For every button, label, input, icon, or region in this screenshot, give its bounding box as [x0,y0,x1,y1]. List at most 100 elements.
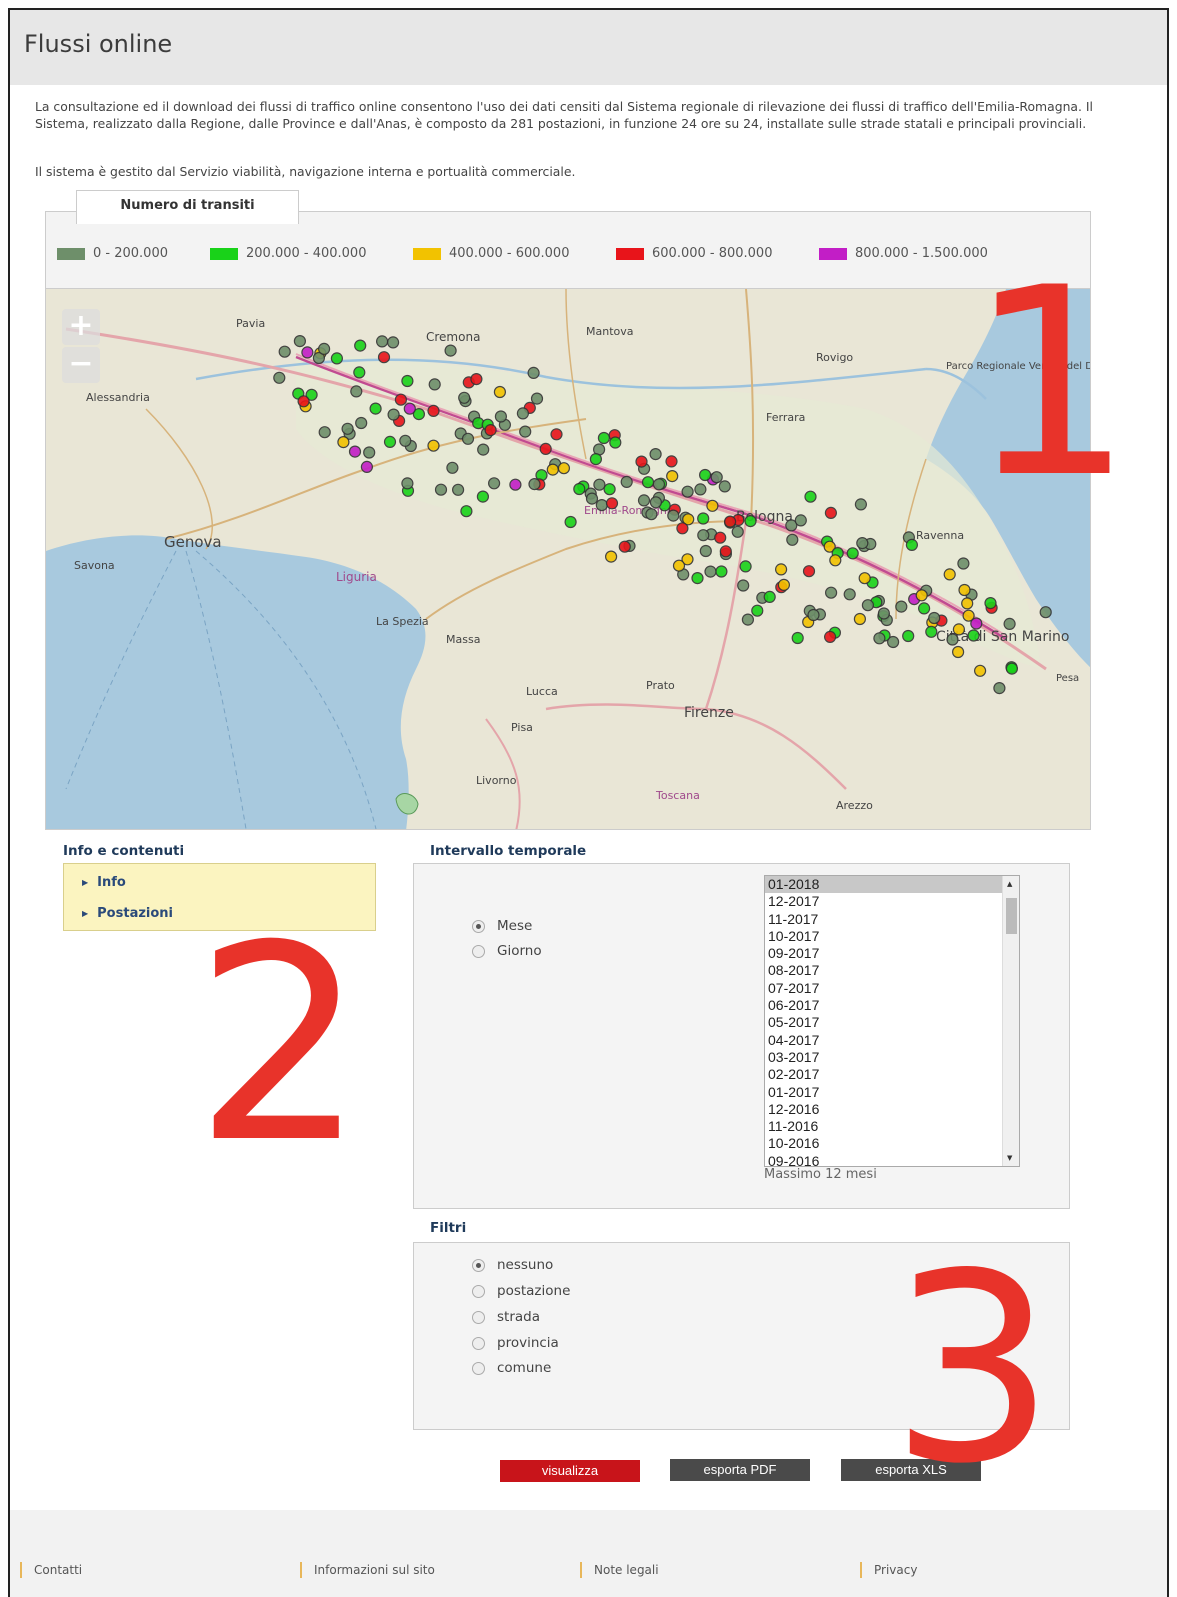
station-marker[interactable] [905,538,919,551]
station-marker[interactable] [731,525,744,538]
station-marker[interactable] [446,461,459,474]
station-marker[interactable] [861,599,875,612]
station-marker[interactable] [698,468,712,482]
station-marker[interactable] [428,378,441,391]
station-marker[interactable] [434,483,448,496]
station-marker[interactable] [873,632,886,645]
station-marker[interactable] [697,529,710,542]
month-listbox[interactable]: 01-2018 12-2017 11-2017 10-2017 09-2017 … [764,875,1020,1167]
station-marker[interactable] [794,514,807,527]
station-marker[interactable] [394,393,407,406]
zoom-out-button[interactable]: − [62,347,100,383]
station-marker[interactable] [444,344,457,357]
station-marker[interactable] [895,600,908,613]
month-option[interactable]: 11-2017 [765,911,1019,928]
station-marker[interactable] [993,682,1006,695]
scrollbar-thumb[interactable] [1006,898,1017,934]
station-marker[interactable] [573,482,586,496]
month-option[interactable]: 12-2017 [765,893,1019,910]
station-marker[interactable] [952,623,966,636]
month-option[interactable]: 02-2017 [765,1066,1019,1083]
station-marker[interactable] [530,392,544,405]
station-marker[interactable] [550,428,563,441]
station-marker[interactable] [858,572,871,585]
station-marker[interactable] [620,475,633,488]
station-marker[interactable] [694,483,707,496]
tab-numero-transiti[interactable]: Numero di transiti [76,190,299,224]
station-marker[interactable] [777,578,791,591]
station-marker[interactable] [853,612,867,626]
station-marker[interactable] [618,540,631,553]
station-marker[interactable] [962,609,975,622]
station-marker[interactable] [376,335,389,348]
station-marker[interactable] [829,554,842,567]
station-marker[interactable] [401,477,414,490]
station-marker[interactable] [399,434,412,447]
station-marker[interactable] [452,483,465,496]
station-marker[interactable] [645,508,658,521]
station-marker[interactable] [488,477,501,490]
postazioni-link[interactable]: ▶ Postazioni [82,906,173,921]
station-marker[interactable] [330,352,343,365]
station-marker[interactable] [341,422,354,435]
station-marker[interactable] [804,490,817,503]
station-marker[interactable] [387,336,400,349]
station-marker[interactable] [297,395,310,408]
station-marker[interactable] [273,371,286,384]
station-marker[interactable] [278,345,291,358]
station-marker[interactable] [791,631,804,645]
station-marker[interactable] [355,416,368,430]
station-marker[interactable] [484,424,497,437]
station-marker[interactable] [337,436,350,449]
station-marker[interactable] [494,410,507,423]
visualizza-button[interactable]: visualizza [500,1460,640,1482]
station-marker[interactable] [946,633,959,646]
footer-link-privacy[interactable]: Privacy [860,1562,917,1578]
month-option[interactable]: 04-2017 [765,1032,1019,1049]
radio-giorno[interactable]: Giorno [472,943,542,959]
station-marker[interactable] [802,565,816,578]
station-marker[interactable] [427,439,440,452]
station-marker[interactable] [666,470,679,483]
station-marker[interactable] [604,550,618,563]
month-option[interactable]: 09-2017 [765,945,1019,962]
station-marker[interactable] [672,559,686,572]
station-marker[interactable] [719,545,732,558]
footer-link-contatti[interactable]: Contatti [20,1562,82,1578]
station-marker[interactable] [603,483,616,496]
station-marker[interactable] [470,372,483,386]
station-marker[interactable] [605,497,619,510]
station-marker[interactable] [967,629,980,642]
station-marker[interactable] [925,625,938,638]
month-option[interactable]: 01-2017 [765,1084,1019,1101]
station-marker[interactable] [649,448,662,461]
station-marker[interactable] [699,544,712,558]
station-marker[interactable] [318,426,331,439]
station-marker[interactable] [649,496,663,509]
radio-provincia[interactable]: provincia [472,1335,559,1351]
station-marker[interactable] [652,478,666,491]
month-option[interactable]: 10-2017 [765,928,1019,945]
radio-strada[interactable]: strada [472,1309,540,1325]
station-marker[interactable] [293,334,306,348]
station-marker[interactable] [387,408,400,421]
station-marker[interactable] [564,515,577,529]
station-marker[interactable] [665,455,678,468]
station-marker[interactable] [635,455,648,468]
station-marker[interactable] [1003,617,1016,630]
station-marker[interactable] [877,607,891,620]
month-option[interactable]: 07-2017 [765,980,1019,997]
station-marker[interactable] [714,531,727,544]
station-marker[interactable] [476,490,489,503]
station-marker[interactable] [710,471,723,484]
footer-link-informazioni[interactable]: Informazioni sul sito [300,1562,435,1578]
station-marker[interactable] [595,499,608,512]
station-marker[interactable] [353,366,366,379]
station-marker[interactable] [519,425,532,438]
station-marker[interactable] [751,604,764,617]
station-marker[interactable] [383,435,397,448]
station-marker[interactable] [354,339,367,352]
station-marker[interactable] [593,478,606,491]
station-marker[interactable] [360,460,373,473]
export-pdf-button[interactable]: esporta PDF [670,1459,810,1481]
